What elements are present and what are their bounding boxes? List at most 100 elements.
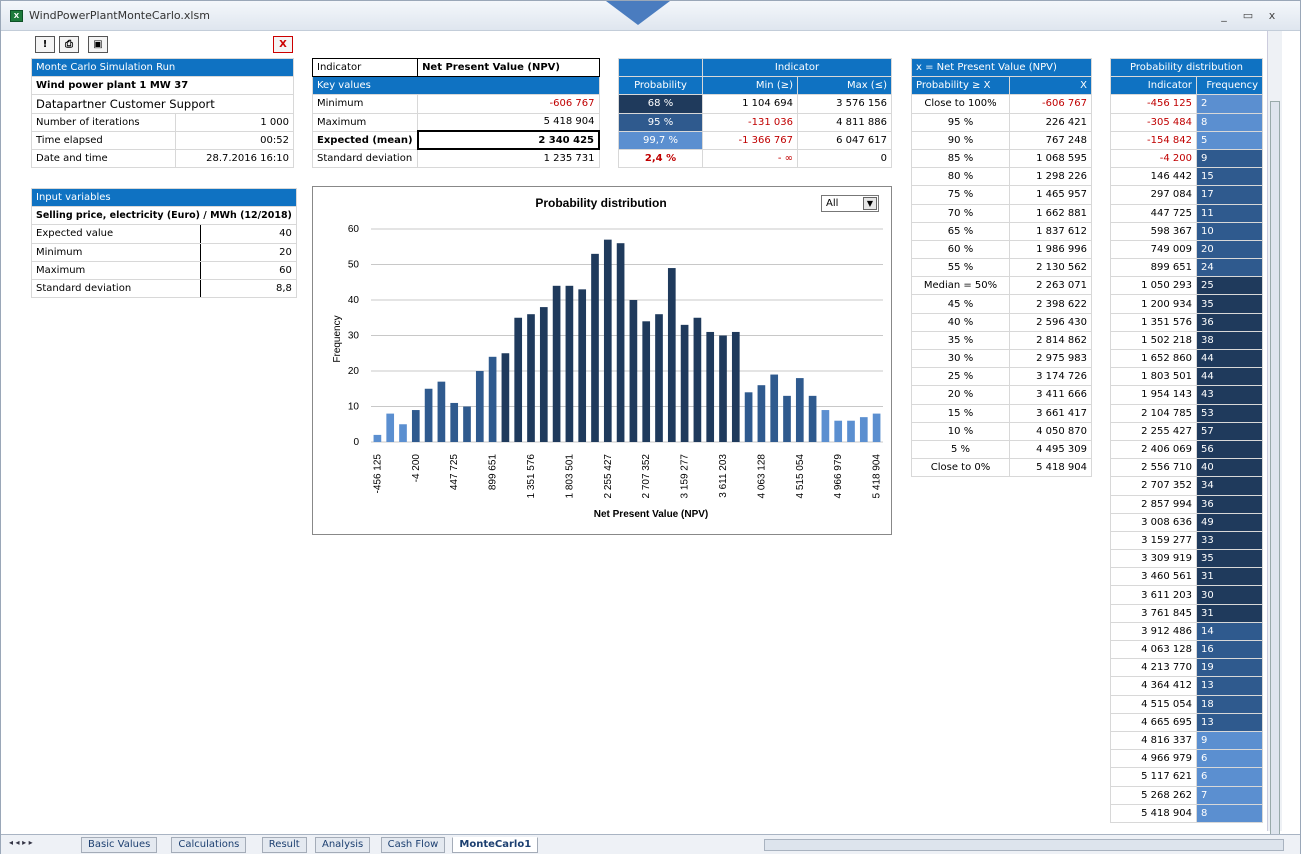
key-value-row: Standard deviation 1 235 731 bbox=[311, 148, 600, 169]
dist-indicator: 3 761 845 bbox=[1110, 603, 1197, 623]
histogram-bar bbox=[501, 353, 510, 442]
dist-frequency: 34 bbox=[1196, 476, 1263, 496]
minimize-button[interactable]: _ bbox=[1215, 9, 1233, 22]
close-icon[interactable]: X bbox=[273, 36, 293, 53]
percentile-prob: 75 % bbox=[911, 185, 1010, 205]
percentile-prob: 40 % bbox=[911, 312, 1010, 332]
sheet-tab-bar: ◂ ◂ ▸ ▸ Basic Values Calculations Result An… bbox=[1, 834, 1300, 854]
histogram-bar bbox=[603, 239, 612, 442]
y-tick-label: 10 bbox=[348, 402, 360, 413]
distribution-row: 297 084 17 bbox=[1110, 185, 1263, 205]
vertical-scrollbar[interactable] bbox=[1267, 31, 1282, 836]
horizontal-scrollbar[interactable] bbox=[764, 839, 1284, 851]
sheet-tab[interactable]: Calculations bbox=[171, 837, 247, 853]
histogram-bar bbox=[514, 317, 523, 442]
histogram-bar bbox=[463, 406, 471, 442]
percentile-prob: 35 % bbox=[911, 330, 1010, 351]
percentile-x: 4 050 870 bbox=[1009, 421, 1092, 441]
camera-button[interactable]: ▣ bbox=[88, 36, 108, 53]
dist-frequency: 13 bbox=[1196, 712, 1263, 732]
histogram-bar bbox=[757, 385, 766, 442]
probability-row: 95 % -131 036 4 811 886 bbox=[618, 112, 892, 132]
percentile-row: 35 % 2 814 862 bbox=[911, 330, 1092, 351]
dist-indicator: 297 084 bbox=[1110, 185, 1197, 205]
prob-value: 68 % bbox=[618, 94, 703, 114]
sheet-tab[interactable]: MonteCarlo1 bbox=[452, 837, 539, 853]
key-value-row: Minimum -606 767 bbox=[311, 94, 600, 114]
input-row-value: 20 bbox=[199, 242, 297, 262]
percentile-x: 1 837 612 bbox=[1009, 221, 1092, 241]
key-label: Minimum bbox=[311, 94, 419, 114]
dist-frequency: 35 bbox=[1196, 549, 1263, 569]
chevron-down-icon[interactable]: ▼ bbox=[863, 197, 877, 210]
histogram-bar bbox=[591, 253, 599, 442]
dist-frequency: 16 bbox=[1196, 639, 1263, 660]
chart-container: Probability distribution Net Present Val… bbox=[312, 186, 892, 535]
excel-file-icon: X bbox=[10, 10, 23, 22]
percentile-prob: 15 % bbox=[911, 403, 1010, 423]
run-company: Datapartner Customer Support bbox=[31, 94, 294, 114]
sheet-nav-arrows[interactable]: ◂ ◂ ▸ ▸ bbox=[9, 838, 33, 847]
distribution-row: 2 255 427 57 bbox=[1110, 421, 1263, 441]
percentile-prob: 90 % bbox=[911, 130, 1010, 150]
dist-frequency: 18 bbox=[1196, 694, 1263, 714]
indicator-value[interactable]: Net Present Value (NPV) bbox=[417, 57, 600, 78]
distribution-row: -154 842 5 bbox=[1110, 130, 1263, 150]
histogram-bar bbox=[450, 402, 459, 442]
run-row: Number of iterations 1 000 bbox=[30, 112, 294, 132]
percentile-row: 95 % 226 421 bbox=[911, 112, 1092, 132]
percentile-prob: 10 % bbox=[911, 421, 1010, 441]
input-row-label: Minimum bbox=[31, 242, 201, 262]
percentile-row: Close to 0% 5 418 904 bbox=[911, 458, 1092, 478]
xtbl-col-prob: Probability ≥ X bbox=[911, 76, 1010, 96]
distribution-row: 5 418 904 8 bbox=[1110, 803, 1263, 823]
distribution-row: 1 652 860 44 bbox=[1110, 348, 1263, 369]
sheet-tab[interactable]: Basic Values bbox=[81, 837, 158, 853]
dist-frequency: 2 bbox=[1196, 94, 1263, 114]
scrollbar-thumb[interactable] bbox=[1270, 101, 1280, 836]
print-button[interactable]: ⎙ bbox=[59, 36, 79, 53]
close-window-button[interactable]: x bbox=[1263, 9, 1281, 22]
dist-frequency: 57 bbox=[1196, 421, 1263, 441]
percentile-x: 2 975 983 bbox=[1009, 348, 1092, 369]
histogram-chart: Probability distribution Net Present Val… bbox=[332, 196, 883, 520]
probability-row: 99,7 % -1 366 767 6 047 617 bbox=[618, 130, 892, 150]
sheet-tab[interactable]: Analysis bbox=[315, 837, 371, 853]
histogram-bar bbox=[424, 388, 433, 442]
dist-frequency: 49 bbox=[1196, 512, 1263, 532]
dist-frequency: 14 bbox=[1196, 621, 1263, 642]
percentile-x: 226 421 bbox=[1009, 112, 1092, 132]
xtbl-header: x = Net Present Value (NPV) bbox=[911, 57, 1092, 78]
percentile-prob: 25 % bbox=[911, 367, 1010, 387]
percentile-prob: 65 % bbox=[911, 221, 1010, 241]
dist-indicator: 447 725 bbox=[1110, 203, 1197, 223]
dist-frequency: 7 bbox=[1196, 785, 1263, 805]
dist-indicator: 1 200 934 bbox=[1110, 294, 1197, 314]
dist-indicator: 1 954 143 bbox=[1110, 385, 1197, 405]
dist-col-indicator: Indicator bbox=[1110, 76, 1197, 96]
x-tick-label: 4 966 979 bbox=[833, 454, 844, 499]
dist-indicator: 5 117 621 bbox=[1110, 767, 1197, 787]
dist-indicator: 146 442 bbox=[1110, 167, 1197, 187]
input-row-value: 60 bbox=[199, 260, 297, 280]
histogram-bar bbox=[783, 395, 791, 442]
xtbl-col-x: X bbox=[1009, 76, 1092, 96]
percentile-prob: 55 % bbox=[911, 258, 1010, 278]
dist-indicator: -154 842 bbox=[1110, 130, 1197, 150]
percentile-prob: 45 % bbox=[911, 294, 1010, 314]
sheet-tab[interactable]: Result bbox=[261, 837, 307, 853]
histogram-bar bbox=[821, 410, 830, 442]
key-values-table: Indicator Net Present Value (NPV) Key va… bbox=[311, 57, 601, 169]
sheet-tab[interactable]: Cash Flow bbox=[380, 837, 446, 853]
percentile-row: 75 % 1 465 957 bbox=[911, 185, 1092, 205]
input-row-value: 40 bbox=[199, 224, 297, 244]
warning-button[interactable]: ! bbox=[35, 36, 55, 53]
dist-frequency: 19 bbox=[1196, 658, 1263, 678]
distribution-row: 4 966 979 6 bbox=[1110, 749, 1263, 769]
series-dropdown[interactable]: All ▼ bbox=[821, 195, 879, 212]
restore-button[interactable]: ▭ bbox=[1239, 9, 1257, 22]
prob-value: 95 % bbox=[618, 112, 703, 132]
input-row: Minimum 20 bbox=[31, 242, 297, 262]
percentile-x: 2 130 562 bbox=[1009, 258, 1092, 278]
run-row-value: 28.7.2016 16:10 bbox=[175, 148, 294, 169]
